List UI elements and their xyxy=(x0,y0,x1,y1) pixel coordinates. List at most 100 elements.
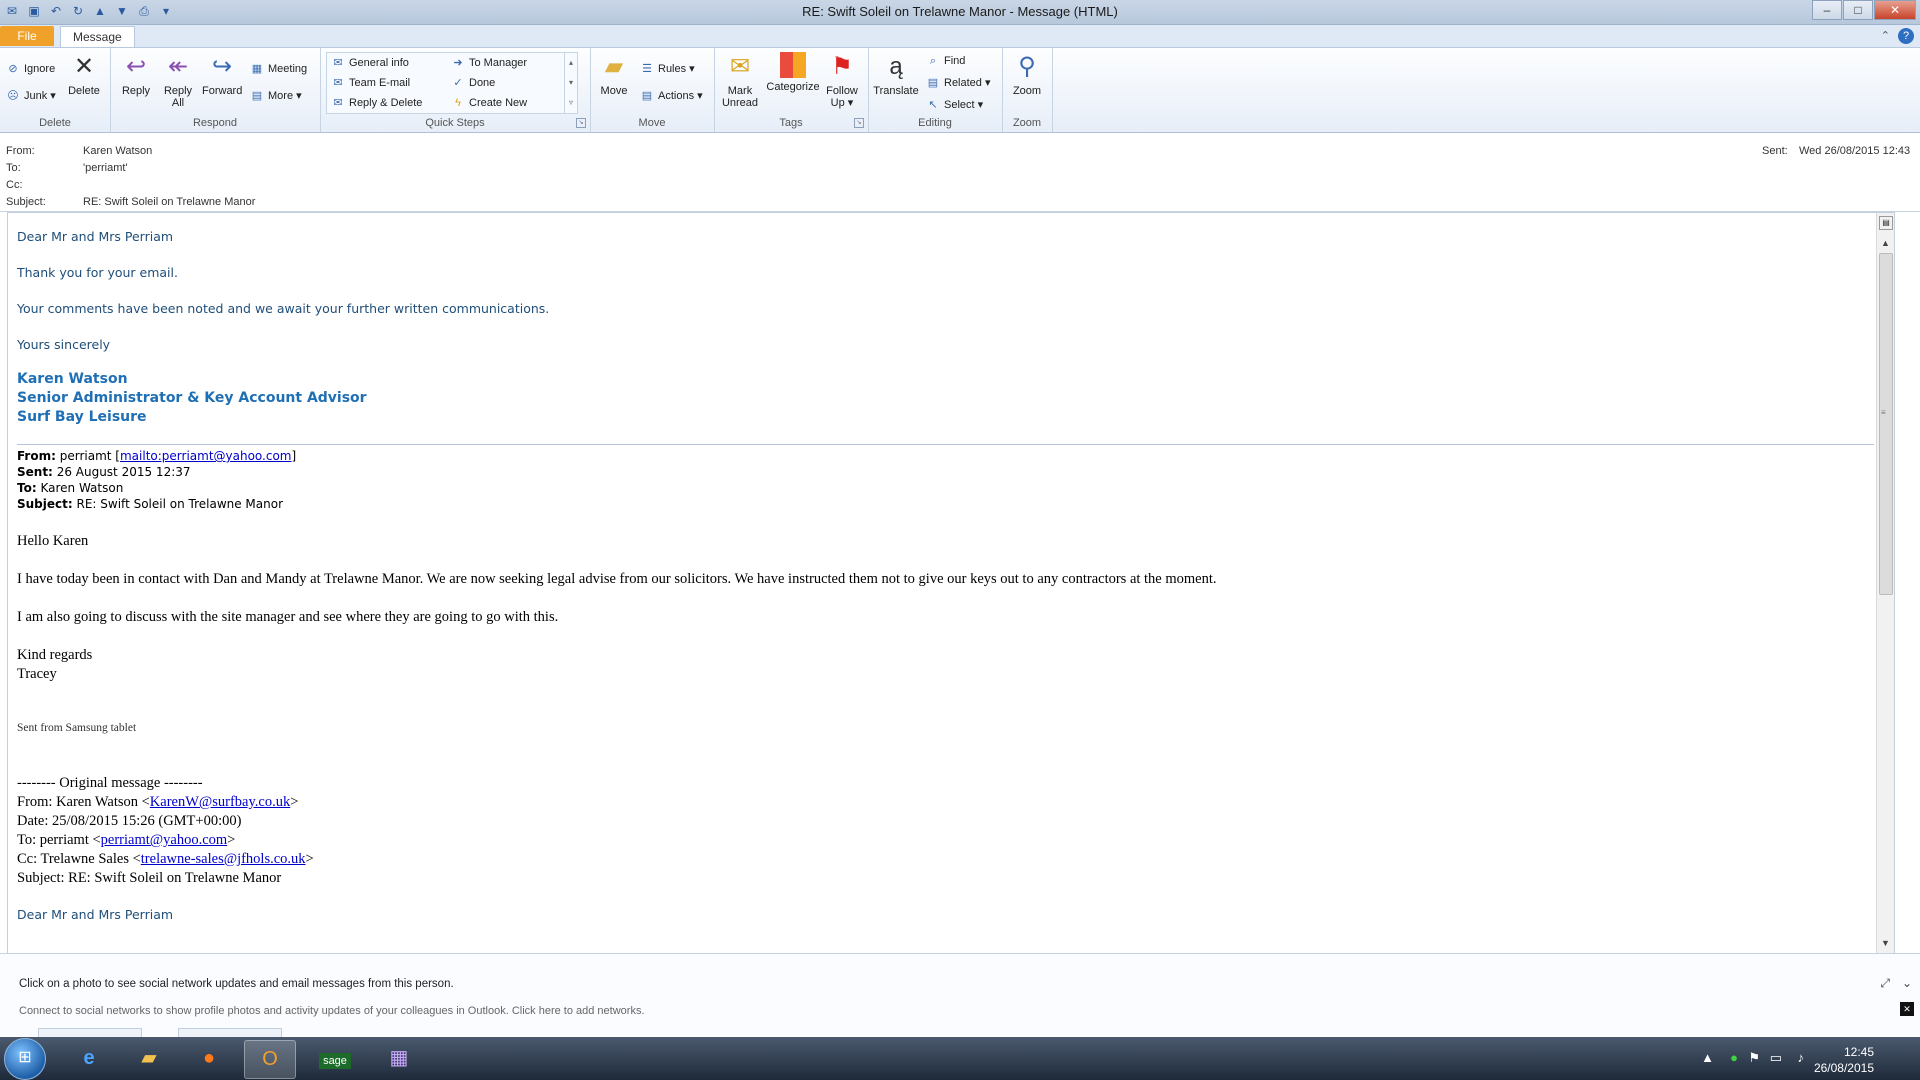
message-header: From: Karen Watson To: 'perriamt' Cc: Su… xyxy=(0,133,1920,212)
expand-icon[interactable]: ⤢ xyxy=(1880,976,1890,991)
select-button[interactable]: ↖ Select ▾ xyxy=(926,96,983,114)
junk-icon: ☹ xyxy=(7,90,19,102)
file-explorer-icon[interactable]: ▰ xyxy=(124,1040,174,1077)
start-button[interactable]: ⊞ xyxy=(4,1038,46,1080)
reply-greeting: Hello Karen xyxy=(17,533,89,549)
signature-name: Karen Watson xyxy=(17,371,128,387)
envelope-icon: ✉ xyxy=(729,53,751,80)
collapse-chevron-icon[interactable]: ⌄ xyxy=(1902,976,1912,990)
lightning-icon: ϟ xyxy=(455,97,461,109)
move-button[interactable]: ▰ Move xyxy=(594,52,634,97)
zoom-button[interactable]: ⚲ Zoom xyxy=(1007,52,1047,97)
closing: Yours sincerely xyxy=(17,337,111,352)
translate-button[interactable]: ą Translate xyxy=(872,52,920,97)
reply-all-button[interactable]: ↞ Reply All xyxy=(158,52,198,109)
firefox-icon[interactable]: ● xyxy=(184,1040,234,1077)
action-center-flag-icon[interactable]: ⚑ xyxy=(1748,1050,1760,1066)
outlook-taskbar-icon[interactable]: O xyxy=(244,1040,296,1079)
quickstep-to-manager[interactable]: ➜ To Manager xyxy=(451,54,527,72)
scroll-down-arrow-icon[interactable]: ▼ xyxy=(1877,935,1894,951)
maximize-button[interactable]: □ xyxy=(1843,0,1873,20)
scroll-up-arrow-icon[interactable]: ▲ xyxy=(1877,235,1894,251)
forward-icon: ↪ xyxy=(211,53,233,80)
minimize-button[interactable]: – xyxy=(1812,0,1842,20)
close-button[interactable]: ✕ xyxy=(1874,0,1916,20)
reply-regards: Kind regards xyxy=(17,647,93,663)
forwarded-to: To: Karen Watson xyxy=(17,481,124,495)
more-button[interactable]: ▤ More ▾ xyxy=(250,87,302,105)
forward-button[interactable]: ↪ Forward xyxy=(202,52,242,97)
ribbon: ⊘ Ignore ☹ Junk ▾ ✕ Delete Delete ↩ Reply ↞ R… xyxy=(0,48,1920,133)
clock-date[interactable]: 26/08/2015 xyxy=(1804,1061,1874,1075)
quickstep-general-info[interactable]: ✉ General info xyxy=(331,54,409,72)
group-label: Editing xyxy=(918,117,952,129)
envelope-arrow-icon: ✉ xyxy=(333,57,343,69)
clock-time[interactable]: 12:45 xyxy=(1804,1045,1874,1059)
meeting-button[interactable]: ▦ Meeting xyxy=(250,60,307,78)
follow-up-button[interactable]: ⚑ Follow Up ▾ xyxy=(822,52,862,109)
people-photo-tab[interactable] xyxy=(178,1028,282,1037)
forwarded-sent: Sent: 26 August 2015 12:37 xyxy=(17,465,191,479)
from-label: From: xyxy=(6,145,35,157)
page-icon[interactable]: ▤ xyxy=(1879,216,1893,230)
from-email-link[interactable]: mailto:perriamt@yahoo.com xyxy=(120,449,292,463)
original-cc-email-link[interactable]: trelawne-sales@jfhols.co.uk xyxy=(141,851,306,867)
quickstep-reply-delete[interactable]: ✉ Reply & Delete xyxy=(331,94,422,112)
reply-button[interactable]: ↩ Reply xyxy=(116,52,156,97)
internet-explorer-icon[interactable]: e xyxy=(64,1040,114,1077)
quickstep-create-new[interactable]: ϟ Create New xyxy=(451,94,527,112)
sage-icon[interactable]: sage xyxy=(310,1040,360,1077)
people-pane: Click on a photo to see social network u… xyxy=(0,953,1920,1037)
status-green-icon[interactable]: ● xyxy=(1730,1050,1738,1065)
rules-icon: ☰ xyxy=(642,63,652,75)
to-value[interactable]: 'perriamt' xyxy=(83,162,128,174)
people-pane-connect-link[interactable]: Connect to social networks to show profi… xyxy=(19,1005,645,1017)
find-button[interactable]: ⌕ Find xyxy=(926,52,966,70)
tab-message[interactable]: Message xyxy=(60,26,135,47)
ribbon-group-move: ▰ Move ☰ Rules ▾ ▤ Actions ▾ Move xyxy=(590,48,715,132)
ribbon-group-zoom: ⚲ Zoom Zoom xyxy=(1002,48,1053,132)
title-bar: ✉ ▣ ↶ ↻ ▲ ▼ ⎙ ▾ RE: Swift Soleil on Trel… xyxy=(0,0,1920,25)
divider xyxy=(17,444,1874,445)
dialog-launcher-icon[interactable]: ↘ xyxy=(854,118,864,128)
people-pane-info[interactable]: Click on a photo to see social network u… xyxy=(19,978,454,990)
flag-icon: ⚑ xyxy=(831,53,853,80)
original-from-email-link[interactable]: KarenW@surfbay.co.uk xyxy=(150,794,290,810)
quick-steps-scroll[interactable]: ▴ ▾ ▿ xyxy=(564,53,577,113)
show-hidden-icons-icon[interactable]: ▲ xyxy=(1701,1050,1714,1065)
cc-label: Cc: xyxy=(6,179,23,191)
ribbon-group-quick-steps: ✉ General info ✉ Team E-mail ✉ Reply & Dele… xyxy=(320,48,591,132)
dialog-launcher-icon[interactable]: ↘ xyxy=(576,118,586,128)
close-people-pane-icon[interactable]: ✕ xyxy=(1900,1002,1914,1016)
delete-button[interactable]: ✕ Delete xyxy=(64,52,104,97)
more-icon: ▤ xyxy=(251,90,263,102)
people-photo-tab[interactable] xyxy=(38,1028,142,1037)
message-body[interactable]: Dear Mr and Mrs Perriam Thank you for yo… xyxy=(7,212,1895,954)
from-value[interactable]: Karen Watson xyxy=(83,145,152,157)
minimize-ribbon-icon[interactable]: ⌃ xyxy=(1881,29,1890,42)
original-date: Date: 25/08/2015 15:26 (GMT+00:00) xyxy=(17,813,242,829)
magnifier-icon: ⚲ xyxy=(1018,53,1036,80)
original-to-email-link[interactable]: perriamt@yahoo.com xyxy=(101,832,228,848)
vertical-scrollbar[interactable]: ▤ ▲ ≡ ▼ xyxy=(1876,213,1894,953)
window-controls: – □ ✕ xyxy=(1811,0,1916,20)
reply-all-icon: ↞ xyxy=(167,53,189,80)
junk-button[interactable]: ☹ Junk ▾ xyxy=(6,87,56,105)
quickstep-team-email[interactable]: ✉ Team E-mail xyxy=(331,74,410,92)
actions-button[interactable]: ▤ Actions ▾ xyxy=(640,87,703,105)
actions-icon: ▤ xyxy=(641,90,653,102)
rules-button[interactable]: ☰ Rules ▾ xyxy=(640,60,695,78)
ribbon-group-delete: ⊘ Ignore ☹ Junk ▾ ✕ Delete Delete xyxy=(0,48,111,132)
quickstep-done[interactable]: ✓ Done xyxy=(451,74,495,92)
related-button[interactable]: ▤ Related ▾ xyxy=(926,74,991,92)
help-icon[interactable]: ? xyxy=(1898,28,1914,44)
scroll-thumb[interactable] xyxy=(1879,253,1893,595)
mark-unread-button[interactable]: ✉ Mark Unread xyxy=(720,52,760,109)
ignore-button[interactable]: ⊘ Ignore xyxy=(6,60,55,78)
forwarded-subject: Subject: RE: Swift Soleil on Trelawne Ma… xyxy=(17,497,284,511)
network-icon[interactable]: ▭ xyxy=(1770,1050,1782,1066)
cursor-icon: ↖ xyxy=(928,99,938,111)
tab-file[interactable]: File xyxy=(0,26,54,46)
calculator-icon[interactable]: ▦ xyxy=(374,1040,424,1077)
categorize-button[interactable]: Categorize xyxy=(766,52,820,93)
